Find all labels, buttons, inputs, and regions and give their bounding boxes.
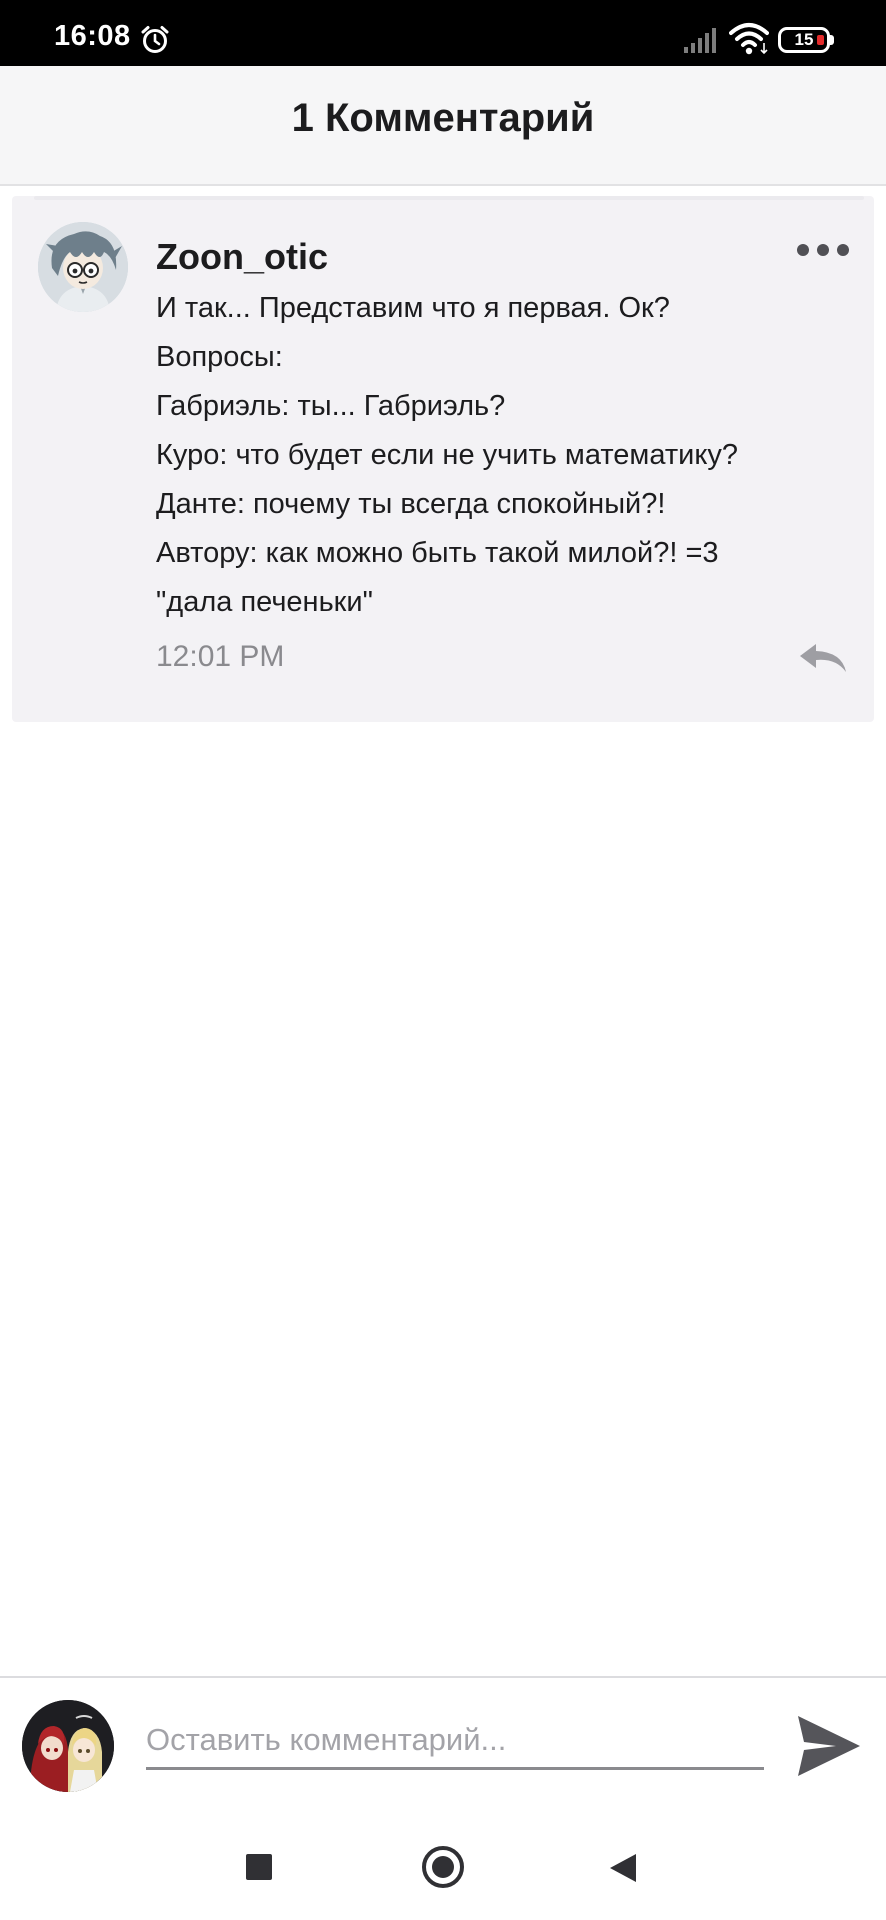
comment-line: Габриэль: ты... Габриэль? bbox=[156, 390, 506, 422]
signal-icon bbox=[684, 28, 716, 53]
comment-input[interactable] bbox=[146, 1712, 764, 1770]
home-icon-dot bbox=[432, 1856, 454, 1878]
card-divider bbox=[34, 196, 864, 200]
comment-username[interactable]: Zoon_otic bbox=[156, 236, 328, 278]
comment-line: И так... Представим что я первая. Ок? bbox=[156, 292, 670, 324]
comment-line: Куро: что будет если не учить математику… bbox=[156, 439, 738, 471]
wifi-icon bbox=[729, 23, 769, 55]
send-icon[interactable] bbox=[796, 1714, 862, 1778]
reply-icon[interactable] bbox=[798, 640, 848, 676]
status-time: 16:08 bbox=[54, 20, 131, 52]
commenter-avatar[interactable] bbox=[38, 222, 128, 312]
comment-line: Автору: как можно быть такой милой?! =3 bbox=[156, 537, 719, 569]
comment-timestamp: 12:01 PM bbox=[156, 640, 285, 673]
back-icon[interactable] bbox=[608, 1852, 638, 1884]
comment-input-bar bbox=[0, 1676, 886, 1814]
commenter-avatar-picture bbox=[38, 222, 128, 312]
user-avatar[interactable] bbox=[22, 1700, 114, 1792]
more-icon[interactable] bbox=[796, 240, 850, 260]
status-bar: 16:08 15 bbox=[0, 0, 886, 66]
navigation-bar bbox=[0, 1814, 886, 1920]
comment-body: И так... Представим что я первая. Ок? Во… bbox=[156, 284, 856, 627]
screen: 16:08 15 1 Комментарий Zoon_otic И так..… bbox=[0, 0, 886, 1920]
header: 1 Комментарий bbox=[0, 66, 886, 186]
comment-line: Вопросы: bbox=[156, 341, 283, 373]
comment-line: Данте: почему ты всегда спокойный?! bbox=[156, 488, 666, 520]
page-title: 1 Комментарий bbox=[291, 96, 595, 140]
comment-line: "дала печеньки" bbox=[156, 586, 373, 618]
home-icon[interactable] bbox=[422, 1846, 464, 1888]
user-avatar-picture bbox=[22, 1700, 114, 1792]
alarm-icon bbox=[141, 26, 169, 53]
recent-apps-icon[interactable] bbox=[246, 1854, 272, 1880]
comment-card: Zoon_otic И так... Представим что я перв… bbox=[12, 196, 874, 722]
battery-level: 15 bbox=[794, 30, 814, 49]
battery-icon: 15 bbox=[778, 27, 834, 53]
